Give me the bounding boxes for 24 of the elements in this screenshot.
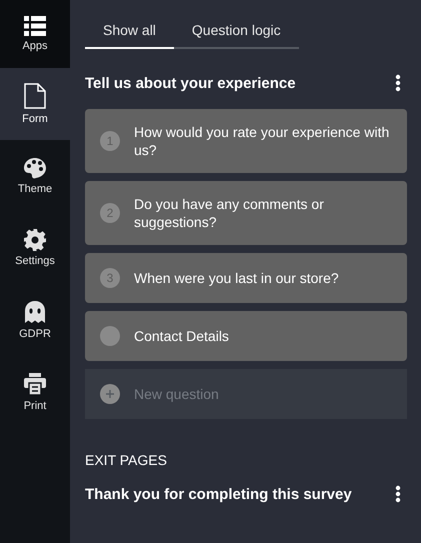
question-text: When were you last in our store?	[134, 269, 339, 287]
section-heading: EXIT PAGES	[85, 452, 168, 468]
settings-icon	[24, 229, 46, 251]
palette-icon	[23, 157, 47, 179]
question-text: Contact Details	[134, 327, 229, 345]
question-card[interactable]: Contact Details	[85, 311, 407, 361]
plus-icon	[100, 384, 120, 404]
exit-page-title: Thank you for completing this survey	[85, 486, 352, 502]
printer-icon	[24, 372, 46, 396]
nav-item[interactable]: GDPR	[0, 284, 70, 356]
document-icon	[24, 83, 46, 109]
question-text: Do you have any comments or suggestions?	[134, 195, 325, 231]
nav-item[interactable]: Print	[0, 356, 70, 428]
circle-icon	[100, 326, 120, 346]
nav-item[interactable]: Settings	[0, 212, 70, 284]
tab[interactable]: Question logic	[174, 14, 299, 49]
nav-item[interactable]: Form	[0, 68, 70, 140]
tab[interactable]: Show all	[85, 14, 174, 49]
question-text: How would you rate your experience with us?	[134, 123, 390, 159]
list-icon	[24, 16, 46, 36]
nav-item[interactable]: Apps	[0, 0, 70, 68]
ghost-icon	[24, 300, 46, 324]
nav-item[interactable]: Theme	[0, 140, 70, 212]
section-title: Tell us about your experience	[85, 74, 296, 92]
